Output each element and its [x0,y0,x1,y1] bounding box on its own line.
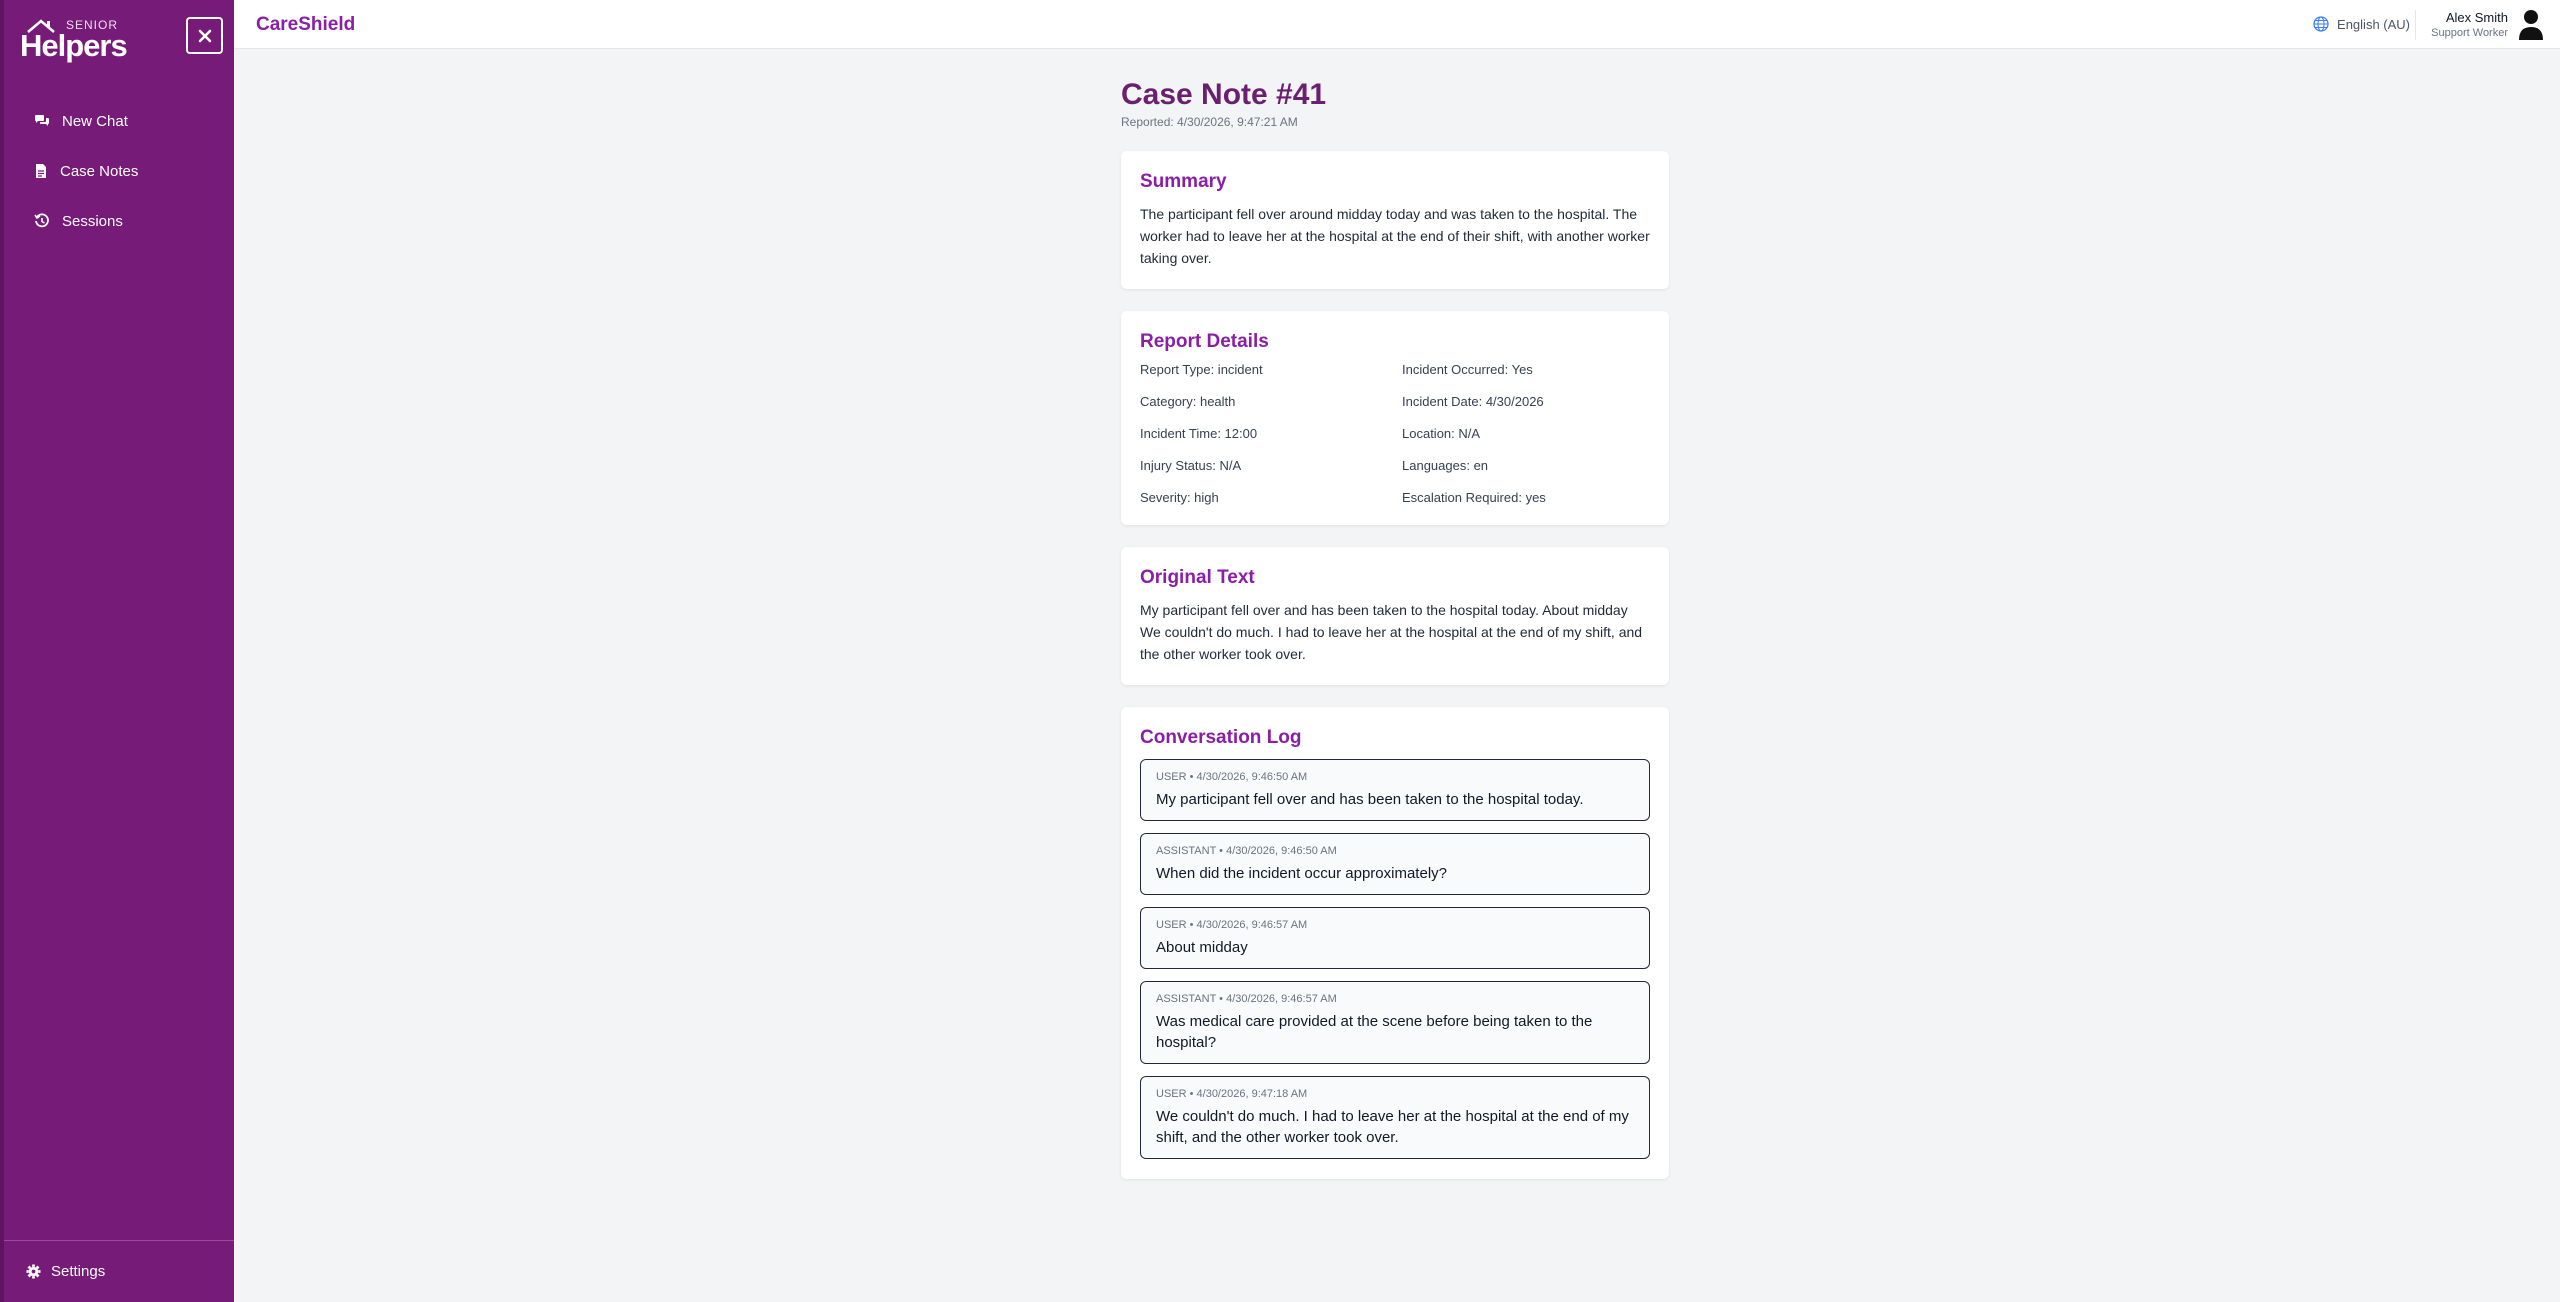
message-meta: USER • 4/30/2026, 9:47:18 AM [1156,1088,1308,1100]
conversation-message: USER • 4/30/2026, 9:46:50 AM My particip… [1140,759,1650,821]
globe-icon [2313,16,2329,32]
detail-location: Location: N/A [1402,426,1481,441]
language-selector[interactable]: English (AU) [2313,16,2410,32]
conversation-message: USER • 4/30/2026, 9:46:57 AM About midda… [1140,907,1650,969]
reported-timestamp: Reported: 4/30/2026, 9:47:21 AM [1121,115,1298,129]
report-details-heading: Report Details [1140,331,1269,352]
summary-heading: Summary [1140,171,1227,192]
detail-category: Category: health [1140,394,1236,409]
detail-escalation-required: Escalation Required: yes [1402,490,1546,505]
top-header: CareShield English (AU) Alex Smith Suppo… [234,0,2560,49]
original-text-body: My participant fell over and has been ta… [1140,602,1643,662]
detail-report-type: Report Type: incident [1140,362,1263,377]
summary-card: Summary The participant fell over around… [1121,151,1669,289]
header-divider [2415,10,2416,40]
logo-helpers-text: Helpers [20,28,128,63]
detail-incident-time: Incident Time: 12:00 [1140,426,1258,441]
message-meta: ASSISTANT • 4/30/2026, 9:46:50 AM [1156,845,1337,857]
page-title: Case Note #41 [1121,78,1327,111]
report-details-grid: Report Type: incident Incident Occurred:… [1140,363,1650,505]
document-icon [36,164,46,178]
conversation-message: USER • 4/30/2026, 9:47:18 AM We couldn't… [1140,1076,1650,1159]
message-meta: ASSISTANT • 4/30/2026, 9:46:57 AM [1156,993,1337,1005]
original-text-card: Original Text My participant fell over a… [1121,547,1669,685]
detail-languages: Languages: en [1402,458,1489,473]
gear-icon [26,1264,41,1279]
conversation-log-heading: Conversation Log [1140,727,1302,748]
settings-label: Settings [51,1263,106,1280]
conversation-message: ASSISTANT • 4/30/2026, 9:46:50 AM When d… [1140,833,1650,895]
user-name: Alex Smith [2445,10,2508,25]
sidebar-item-settings[interactable]: Settings [4,1240,234,1302]
conversation-log-card: Conversation Log USER • 4/30/2026, 9:46:… [1121,707,1669,1179]
sidebar-item-sessions[interactable]: Sessions [4,196,234,246]
message-text: We couldn't do much. I had to leave her … [1156,1108,1629,1146]
case-note-content: Case Note #41 Reported: 4/30/2026, 9:47:… [1121,78,1669,1179]
user-role: Support Worker [2431,27,2508,39]
sidebar-item-label: Case Notes [60,162,139,180]
avatar-icon[interactable] [2518,9,2544,41]
original-text-heading: Original Text [1140,567,1255,588]
senior-helpers-logo[interactable]: SENIOR Helpers [20,14,130,63]
conversation-message: ASSISTANT • 4/30/2026, 9:46:57 AM Was me… [1140,981,1650,1064]
detail-incident-occurred: Incident Occurred: Yes [1402,362,1533,377]
message-text: When did the incident occur approximatel… [1156,865,1447,882]
sidebar-item-case-notes[interactable]: Case Notes [4,146,234,196]
detail-injury-status: Injury Status: N/A [1140,458,1242,473]
brand-title[interactable]: CareShield [256,14,355,36]
close-icon [198,29,211,42]
sidebar-nav: New Chat Case Notes Sessions [4,96,234,246]
close-sidebar-button[interactable] [186,17,223,54]
summary-text: The participant fell over around midday … [1140,206,1650,266]
message-meta: USER • 4/30/2026, 9:46:57 AM [1156,919,1308,931]
sidebar: SENIOR Helpers New Chat Case Notes Sessi… [0,0,234,1302]
report-details-card: Report Details Report Type: incident Inc… [1121,311,1669,525]
history-icon [34,213,49,228]
sidebar-item-label: New Chat [62,112,128,130]
sidebar-item-label: Sessions [62,212,123,230]
user-info[interactable]: Alex Smith Support Worker [2431,10,2508,39]
language-label: English (AU) [2337,16,2410,32]
message-text: My participant fell over and has been ta… [1156,791,1584,808]
message-meta: USER • 4/30/2026, 9:46:50 AM [1156,771,1308,783]
message-text: About midday [1156,939,1248,956]
sidebar-item-new-chat[interactable]: New Chat [4,96,234,146]
chat-bubbles-icon [35,115,49,126]
detail-incident-date: Incident Date: 4/30/2026 [1402,394,1544,409]
detail-severity: Severity: high [1140,490,1219,505]
message-text: Was medical care provided at the scene b… [1156,1013,1593,1051]
